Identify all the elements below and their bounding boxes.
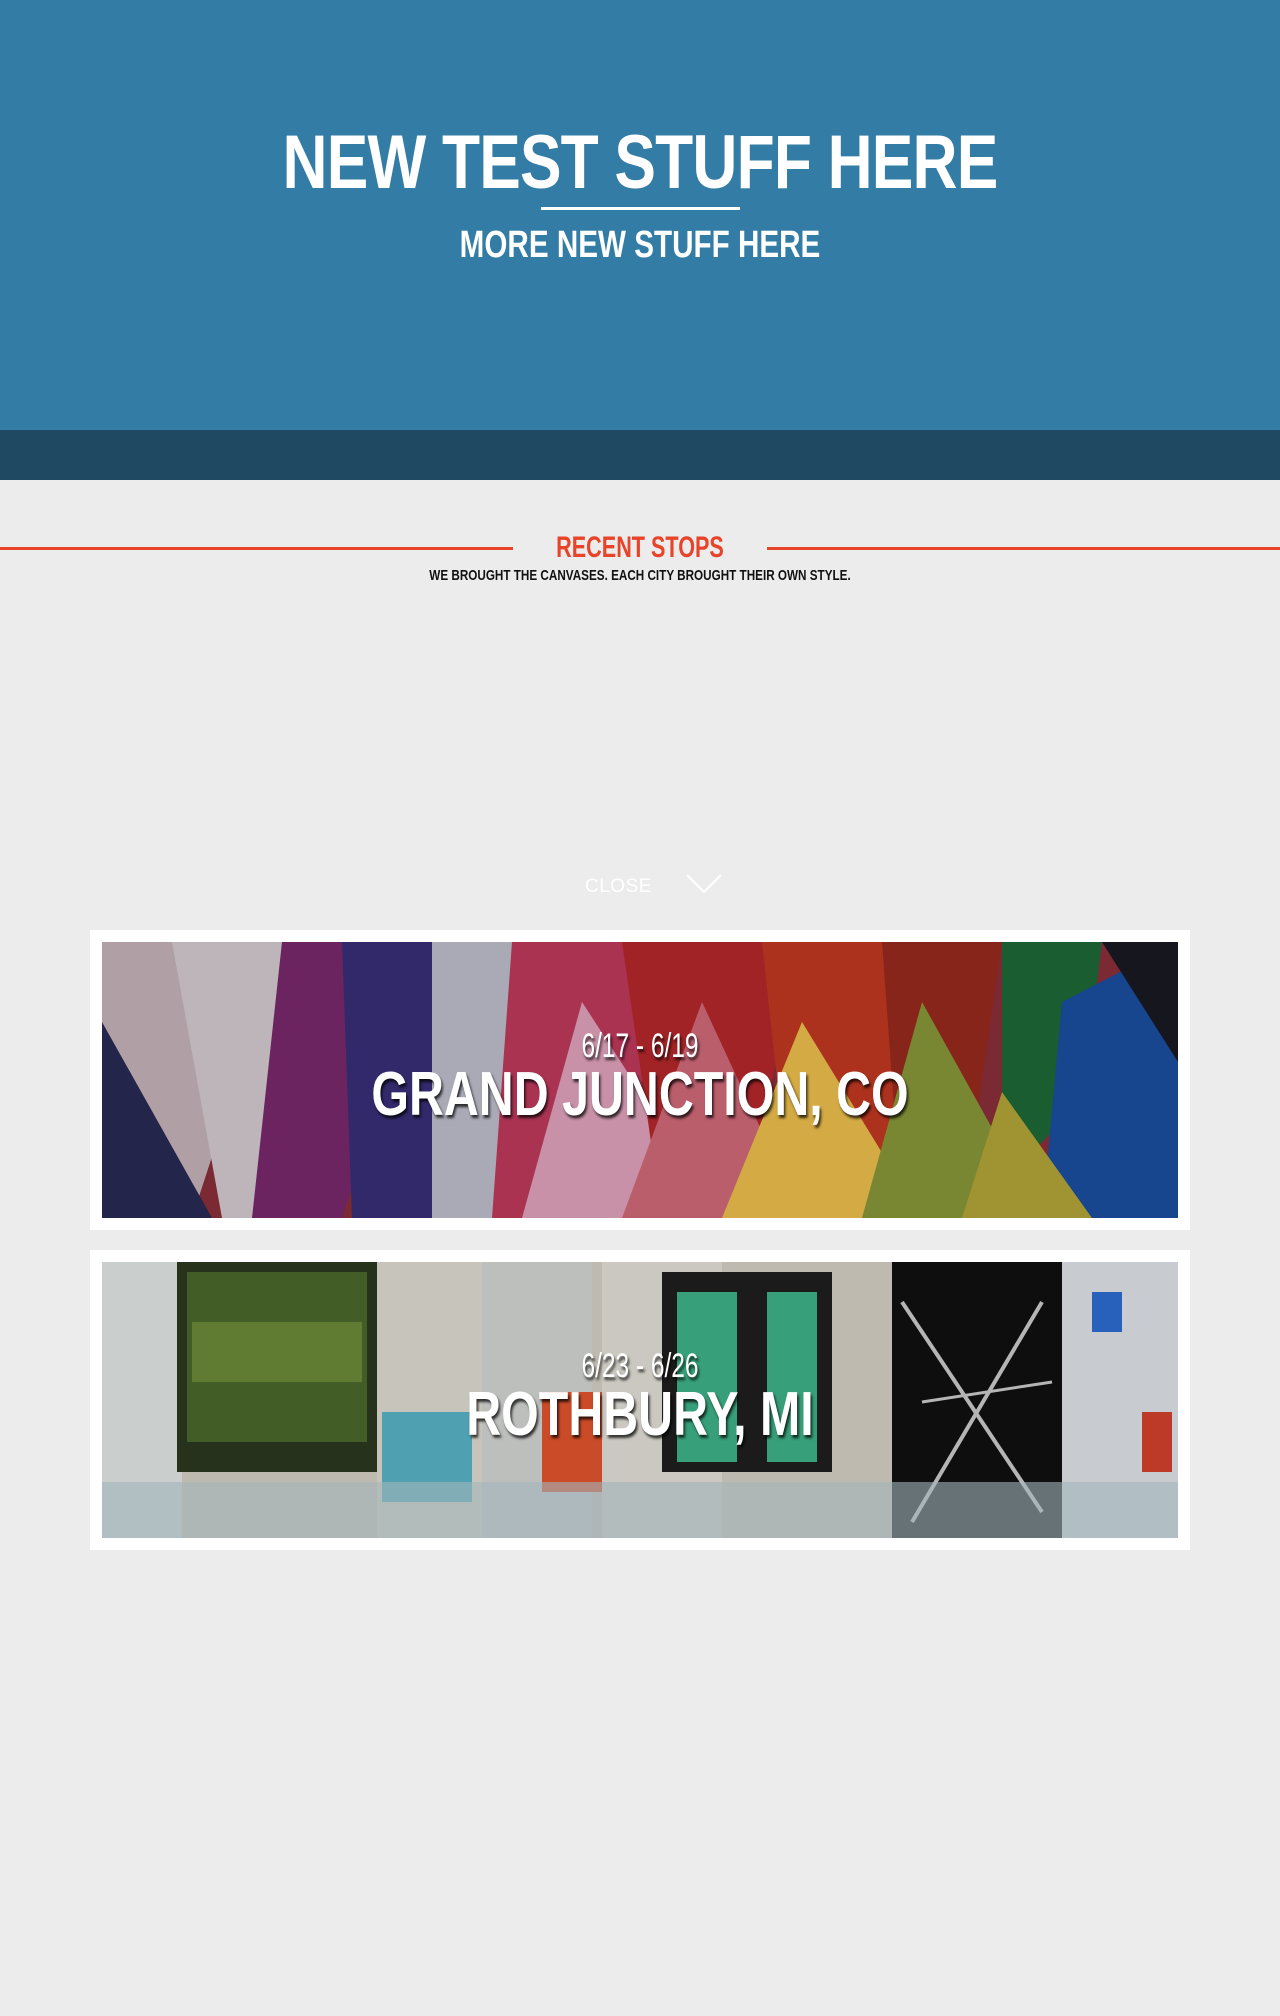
hero-subtitle: MORE NEW STUFF HERE [459, 224, 821, 266]
close-button[interactable]: CLOSE [585, 876, 652, 898]
section-subtitle: WE BROUGHT THE CANVASES. EACH CITY BROUG… [429, 567, 851, 584]
chevron-down-icon[interactable] [686, 874, 722, 894]
stop-city: GRAND JUNCTION, CO [371, 1060, 909, 1129]
hero-banner: NEW TEST STUFF HERE MORE NEW STUFF HERE [0, 0, 1280, 430]
stop-card-image[interactable]: 6/23 - 6/26 ROTHBURY, MI [102, 1262, 1178, 1538]
stop-card[interactable]: 6/23 - 6/26 ROTHBURY, MI [90, 1250, 1190, 1550]
stop-card[interactable]: 6/17 - 6/19 GRAND JUNCTION, CO [90, 930, 1190, 1230]
hero-divider [541, 207, 740, 210]
hero-title: NEW TEST STUFF HERE [282, 120, 999, 205]
stop-card-image[interactable]: 6/17 - 6/19 GRAND JUNCTION, CO [102, 942, 1178, 1218]
section-title: RECENT STOPS [556, 531, 724, 564]
close-bar[interactable]: CLOSE [0, 430, 1280, 897]
stop-city: ROTHBURY, MI [466, 1380, 814, 1449]
